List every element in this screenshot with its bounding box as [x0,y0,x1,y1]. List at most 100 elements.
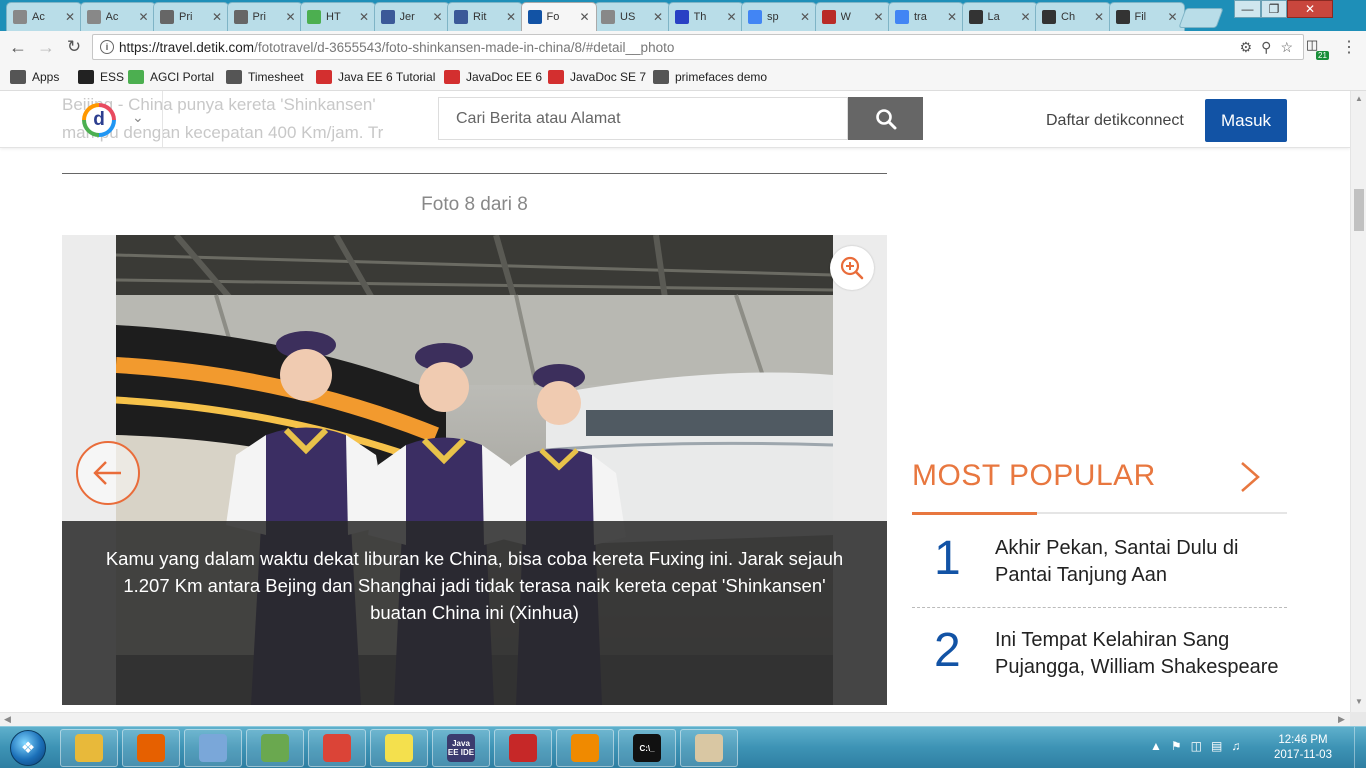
bookmark-item[interactable]: Apps [10,69,59,85]
search-input[interactable]: Cari Berita atau Alamat [438,97,848,140]
bookmark-item[interactable]: primefaces demo [653,69,767,85]
url-host: https://travel.detik.com [119,39,255,55]
close-tab-icon[interactable]: ✕ [727,10,739,24]
browser-menu-icon[interactable]: ⋮ [1340,36,1358,58]
vertical-scrollbar[interactable]: ▲ ▼ [1350,91,1366,712]
browser-tab[interactable]: Jer ✕ [373,2,450,31]
bookmark-item[interactable]: JavaDoc SE 7 [548,69,646,85]
address-bar[interactable]: i https://travel.detik.com/fototravel/d-… [92,34,1304,60]
close-tab-icon[interactable]: ✕ [1168,10,1180,24]
previous-photo-button[interactable] [76,441,140,505]
taskbar-app-button[interactable] [246,729,304,767]
browser-tab[interactable]: tra ✕ [888,2,964,31]
taskbar: ❖ Java EE IDE C:\_ ▲ ⚑ ◫ ▤ ♫ 12:46 PM 201… [0,726,1366,769]
browser-tab[interactable]: Ch ✕ [1035,2,1111,31]
close-tab-icon[interactable]: ✕ [359,10,371,24]
tray-expand-icon[interactable]: ▲ [1150,739,1162,753]
browser-tab[interactable]: W ✕ [814,2,891,31]
tab-label: sp [767,11,779,23]
popular-title[interactable]: Ini Tempat Kelahiran Sang Pujangga, Will… [995,627,1285,681]
volume-icon[interactable]: ♫ [1231,739,1240,753]
scroll-left-icon[interactable]: ◀ [4,714,11,725]
taskbar-app-button[interactable] [556,729,614,767]
close-tab-icon[interactable]: ✕ [800,10,812,24]
browser-tab[interactable]: Ac ✕ [79,2,156,31]
close-tab-icon[interactable]: ✕ [1094,10,1106,24]
browser-tab[interactable]: Rit ✕ [447,2,523,31]
scroll-right-icon[interactable]: ▶ [1338,714,1345,725]
taskbar-app-button[interactable]: Java EE IDE [432,729,490,767]
site-info-icon[interactable]: i [100,40,114,54]
browser-tab[interactable]: sp ✕ [741,2,817,31]
maximize-button[interactable]: ❐ [1261,0,1287,18]
chevron-down-icon[interactable]: ⌄ [132,109,144,126]
browser-tab[interactable]: US ✕ [594,2,670,31]
new-tab-button[interactable] [1178,8,1224,28]
scroll-up-icon[interactable]: ▲ [1355,94,1363,103]
browser-tab[interactable]: Fo ✕ [520,2,597,31]
browser-tab[interactable]: Fil ✕ [1108,2,1185,31]
search-button[interactable] [848,97,923,140]
taskbar-app-button[interactable]: C:\_ [618,729,676,767]
network-icon[interactable]: ▤ [1211,739,1222,753]
close-tab-icon[interactable]: ✕ [65,10,77,24]
show-desktop-button[interactable] [1354,727,1366,769]
close-tab-icon[interactable]: ✕ [1021,10,1033,24]
minimize-button[interactable]: — [1234,0,1261,18]
facebook-icon [454,10,468,24]
close-tab-icon[interactable]: ✕ [139,10,151,24]
register-link[interactable]: Daftar detikconnect [1046,112,1184,130]
bookmark-item[interactable]: JavaDoc EE 6 [444,69,542,85]
chevron-right-icon[interactable] [1236,459,1264,495]
close-tab-icon[interactable]: ✕ [286,10,298,24]
login-button[interactable]: Masuk [1205,99,1287,142]
scrollbar-thumb[interactable] [1354,189,1364,231]
zoom-photo-button[interactable] [830,246,874,290]
devices-icon[interactable]: ◫ [1191,739,1202,753]
browser-tab[interactable]: Th ✕ [667,2,744,31]
browser-tab[interactable]: HT ✕ [300,2,376,31]
close-tab-icon[interactable]: ✕ [653,10,665,24]
taskbar-app-button[interactable] [184,729,242,767]
forward-button[interactable]: → [33,35,59,59]
ess-icon [78,70,94,84]
close-window-button[interactable]: ✕ [1287,0,1333,18]
start-button[interactable]: ❖ [2,728,54,768]
bookmark-item[interactable]: Java EE 6 Tutorial [316,69,435,85]
bookmark-item[interactable]: ESS [78,69,124,85]
action-center-icon[interactable]: ⚑ [1171,739,1182,753]
bookmark-item[interactable]: Timesheet [226,69,304,85]
zoom-icon[interactable]: ⚲ [1261,39,1271,56]
browser-tab[interactable]: Ac ✕ [6,2,82,31]
back-button[interactable]: ← [5,35,31,59]
bookmark-star-icon[interactable]: ☆ [1280,39,1293,56]
firefox-icon [137,734,165,762]
browser-tab[interactable]: La ✕ [961,2,1038,31]
close-tab-icon[interactable]: ✕ [506,10,518,24]
close-tab-icon[interactable]: ✕ [433,10,445,24]
horizontal-scrollbar[interactable]: ◀ ▶ [0,712,1350,726]
browser-tab[interactable]: Pri ✕ [153,2,229,31]
popular-item-1[interactable]: 1 Akhir Pekan, Santai Dulu di Pantai Tan… [912,531,1287,601]
taskbar-app-button[interactable] [122,729,180,767]
taskbar-app-button[interactable] [680,729,738,767]
taskbar-app-button[interactable] [308,729,366,767]
blocked-popup-icon[interactable]: ⚙ [1240,39,1253,56]
taskbar-app-button[interactable] [370,729,428,767]
quora-icon [821,10,836,24]
close-tab-icon[interactable]: ✕ [874,10,886,24]
taskbar-app-button[interactable] [60,729,118,767]
browser-tab[interactable]: Pri ✕ [226,2,303,31]
detik-logo[interactable]: d [82,103,116,137]
popular-title[interactable]: Akhir Pekan, Santai Dulu di Pantai Tanju… [995,535,1285,589]
close-tab-icon[interactable]: ✕ [212,10,224,24]
page-viewport: Beijing - China punya kereta 'Shinkansen… [0,91,1350,712]
scroll-down-icon[interactable]: ▼ [1355,697,1363,706]
popular-item-2[interactable]: 2 Ini Tempat Kelahiran Sang Pujangga, Wi… [912,623,1287,712]
close-tab-icon[interactable]: ✕ [947,10,959,24]
bookmark-item[interactable]: AGCI Portal [128,69,214,85]
reload-button[interactable]: ↻ [61,35,87,59]
close-tab-icon[interactable]: ✕ [580,10,592,24]
system-clock[interactable]: 12:46 PM 2017-11-03 [1268,733,1338,763]
taskbar-app-button[interactable] [494,729,552,767]
